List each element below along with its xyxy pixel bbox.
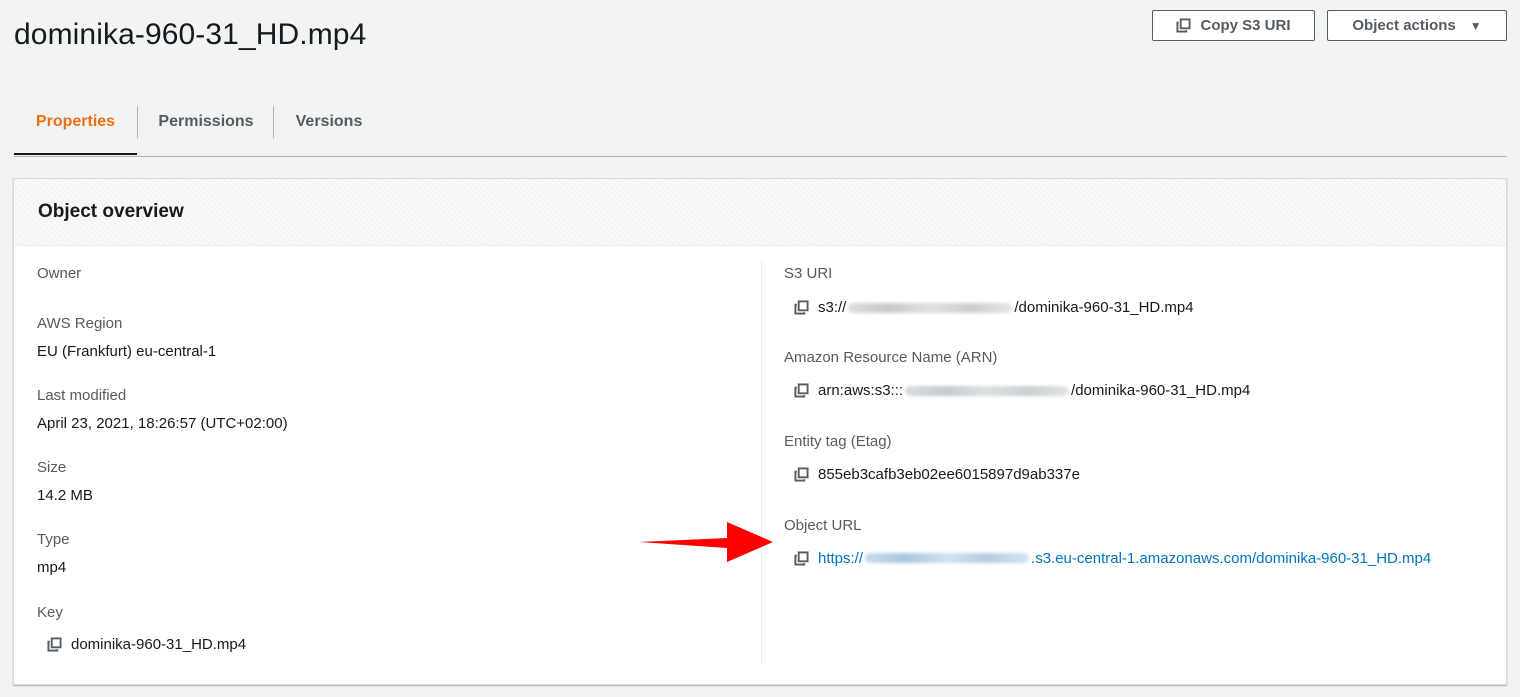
tab-permissions[interactable]: Permissions — [138, 90, 274, 154]
object-url-prefix: https:// — [818, 550, 864, 567]
object-actions-button[interactable]: Object actions ▼ — [1327, 10, 1507, 41]
copy-icon[interactable] — [794, 467, 809, 482]
object-url-row: https:// .s3.eu-central-1.amazonaws.com/d… — [794, 550, 1431, 567]
s3-uri-row: s3:// /dominika-960-31_HD.mp4 — [794, 299, 1194, 316]
s3-uri-label: S3 URI — [784, 265, 833, 282]
redacted-bucket-name — [905, 385, 1070, 396]
caret-down-icon: ▼ — [1469, 18, 1482, 33]
etag-label: Entity tag (Etag) — [784, 433, 892, 450]
key-value: dominika-960-31_HD.mp4 — [71, 636, 247, 653]
etag-row: 855eb3cafb3eb02ee6015897d9ab337e — [794, 466, 1080, 483]
object-url-label: Object URL — [784, 517, 862, 534]
red-arrow-annotation — [639, 522, 773, 562]
s3-uri-suffix: /dominika-960-31_HD.mp4 — [1014, 299, 1194, 316]
object-overview-panel: Object overview Owner AWS Region EU (Fra… — [13, 178, 1507, 685]
page-title: dominika-960-31_HD.mp4 — [14, 18, 367, 51]
arn-label: Amazon Resource Name (ARN) — [784, 349, 998, 366]
arn-suffix: /dominika-960-31_HD.mp4 — [1071, 382, 1251, 399]
tab-bar: Properties Permissions Versions — [14, 90, 1507, 157]
s3-uri-prefix: s3:// — [818, 299, 847, 316]
etag-value: 855eb3cafb3eb02ee6015897d9ab337e — [818, 466, 1080, 483]
copy-icon[interactable] — [794, 300, 809, 315]
redacted-bucket-name — [865, 553, 1030, 563]
column-divider — [761, 261, 762, 663]
key-label: Key — [37, 604, 63, 621]
owner-label: Owner — [37, 265, 82, 282]
type-value: mp4 — [37, 559, 67, 576]
aws-region-value: EU (Frankfurt) eu-central-1 — [37, 343, 217, 360]
copy-icon[interactable] — [794, 383, 809, 398]
copy-s3-uri-label: Copy S3 URI — [1200, 17, 1291, 34]
copy-s3-uri-button[interactable]: Copy S3 URI — [1152, 10, 1315, 41]
object-url-suffix: .s3.eu-central-1.amazonaws.com/dominika-… — [1031, 550, 1432, 567]
arn-prefix: arn:aws:s3::: — [818, 382, 904, 399]
arn-row: arn:aws:s3::: /dominika-960-31_HD.mp4 — [794, 382, 1250, 399]
object-overview-title: Object overview — [14, 179, 1506, 246]
copy-icon — [1176, 18, 1191, 33]
size-label: Size — [37, 459, 67, 476]
last-modified-value: April 23, 2021, 18:26:57 (UTC+02:00) — [37, 415, 288, 432]
object-actions-label: Object actions — [1352, 17, 1456, 34]
redacted-bucket-name — [848, 302, 1013, 313]
last-modified-label: Last modified — [37, 387, 127, 404]
object-url-link[interactable]: https:// .s3.eu-central-1.amazonaws.com/d… — [818, 550, 1431, 567]
tab-properties[interactable]: Properties — [14, 90, 137, 155]
copy-icon[interactable] — [47, 637, 62, 652]
key-value-row: dominika-960-31_HD.mp4 — [47, 636, 246, 653]
size-value: 14.2 MB — [37, 487, 93, 504]
copy-icon[interactable] — [794, 551, 809, 566]
type-label: Type — [37, 531, 70, 548]
tab-versions[interactable]: Versions — [274, 90, 384, 154]
aws-region-label: AWS Region — [37, 315, 123, 332]
